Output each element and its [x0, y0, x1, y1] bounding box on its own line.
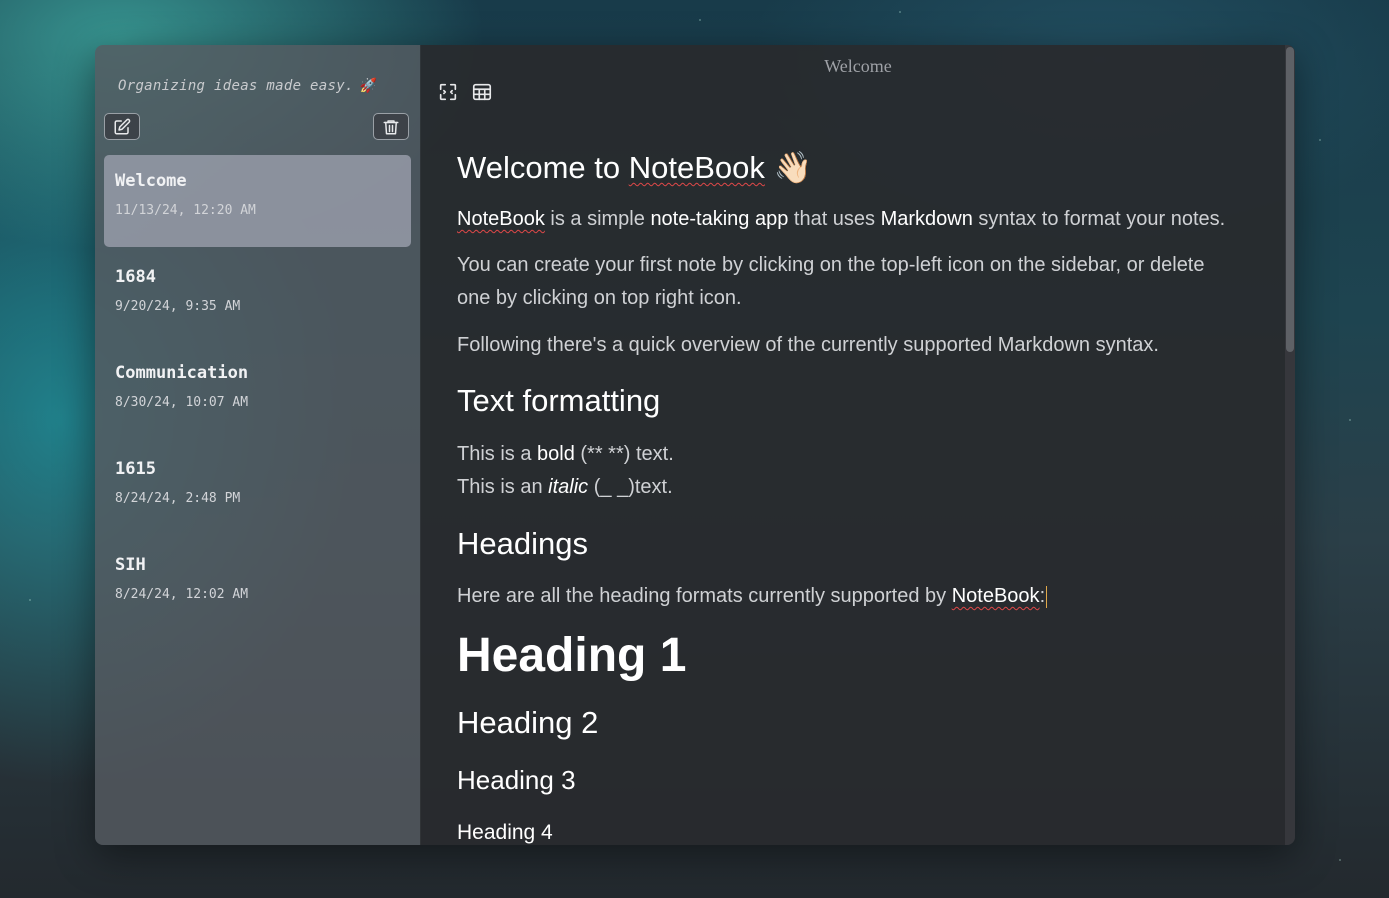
text-caret — [1046, 585, 1048, 608]
text: This is a — [457, 443, 538, 465]
text: syntax to format your notes. — [972, 208, 1226, 230]
note-item-welcome[interactable]: Welcome 11/13/24, 12:20 AM — [104, 155, 411, 247]
table-icon — [472, 83, 492, 101]
fullscreen-button[interactable] — [437, 81, 459, 103]
note-list: Welcome 11/13/24, 12:20 AM 1684 9/20/24,… — [104, 155, 411, 635]
new-note-button[interactable] — [104, 113, 140, 140]
note-date: 11/13/24, 12:20 AM — [115, 203, 256, 218]
heading-1-sample: Heading 1 — [457, 629, 687, 682]
heading-2-sample: Heading 2 — [457, 705, 599, 740]
bold-text: bold — [537, 443, 575, 465]
bold-example: This is a bold (** **) text. — [457, 438, 1247, 471]
fullscreen-icon — [439, 83, 457, 101]
note-date: 8/24/24, 12:02 AM — [115, 587, 249, 602]
note-title: 1684 — [115, 267, 156, 287]
text: This is an — [457, 476, 549, 498]
brand-word: NoteBook — [951, 585, 1040, 607]
text: : — [1039, 585, 1046, 607]
note-title: Communication — [115, 363, 249, 383]
new-note-icon — [114, 118, 131, 134]
document-title: Welcome — [824, 56, 892, 76]
app-window: Organizing ideas made easy. 🚀 Welcome 11/… — [95, 45, 1295, 845]
text: Here are all the heading formats current… — [457, 585, 952, 607]
heading-text-formatting: Text formatting — [457, 383, 661, 418]
note-item-1684[interactable]: 1684 9/20/24, 9:35 AM — [104, 251, 411, 343]
tagline-text: Organizing ideas made easy. — [118, 78, 354, 94]
paragraph-overview: Following there's a quick overview of th… — [457, 334, 1159, 356]
heading-3-sample: Heading 3 — [457, 765, 576, 795]
waving-hand-icon: 👋🏻 — [773, 150, 813, 185]
paragraph-headings: Here are all the heading formats current… — [457, 580, 1247, 613]
table-button[interactable] — [471, 81, 493, 103]
scrollbar-thumb[interactable] — [1286, 47, 1294, 352]
text: that uses — [788, 208, 881, 230]
heading-welcome: Welcome to NoteBook 👋🏻 — [457, 149, 812, 186]
note-item-sih[interactable]: SIH 8/24/24, 12:02 AM — [104, 539, 411, 631]
sidebar-tagline: Organizing ideas made easy. 🚀 — [118, 78, 377, 94]
h1-brand: NoteBook — [628, 150, 765, 185]
note-title: 1615 — [115, 459, 156, 479]
brand-word: NoteBook — [457, 208, 545, 230]
bold-text: Markdown — [880, 208, 973, 230]
h1-prefix: Welcome to — [457, 150, 629, 185]
rocket-icon: 🚀 — [359, 78, 378, 94]
note-item-communication[interactable]: Communication 8/30/24, 10:07 AM — [104, 347, 411, 439]
note-date: 8/24/24, 2:48 PM — [115, 491, 241, 506]
text: (_ _)text. — [588, 476, 673, 498]
text: (** **) text. — [574, 443, 674, 465]
text: is a simple — [544, 208, 651, 230]
editor-scrollbar[interactable] — [1285, 45, 1295, 845]
trash-icon — [383, 119, 399, 134]
note-title: SIH — [115, 555, 146, 575]
paragraph-intro: NoteBook is a simple note-taking app tha… — [457, 203, 1247, 236]
note-date: 9/20/24, 9:35 AM — [115, 299, 241, 314]
paragraph-create: You can create your first note by clicki… — [457, 254, 1205, 309]
editor-pane: Welcome Welcome to NoteBook 👋🏻 NoteBook … — [421, 45, 1295, 845]
note-item-1615[interactable]: 1615 8/24/24, 2:48 PM — [104, 443, 411, 535]
note-title: Welcome — [115, 171, 187, 191]
note-date: 8/30/24, 10:07 AM — [115, 395, 249, 410]
italic-text: italic — [548, 476, 589, 498]
sidebar: Organizing ideas made easy. 🚀 Welcome 11/… — [95, 45, 421, 845]
heading-headings: Headings — [457, 526, 588, 561]
heading-4-sample: Heading 4 — [457, 821, 553, 844]
italic-example: This is an italic (_ _)text. — [457, 471, 1247, 504]
bold-text: note-taking app — [650, 208, 789, 230]
delete-note-button[interactable] — [373, 113, 409, 140]
